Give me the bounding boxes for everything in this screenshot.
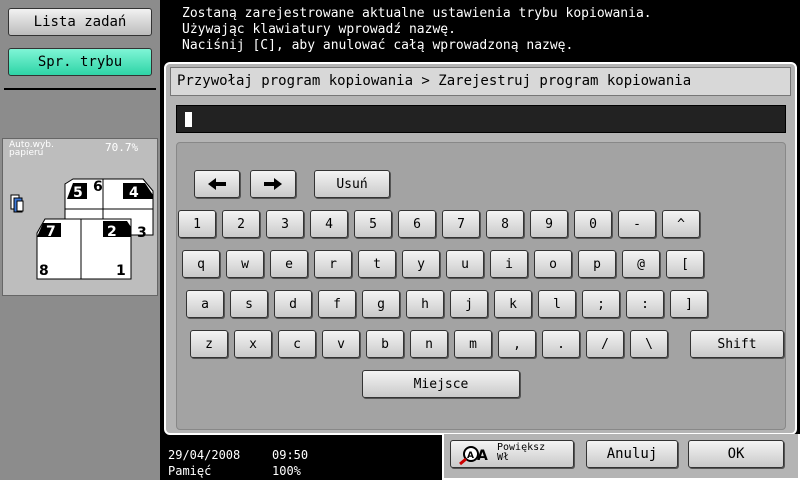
name-input-field[interactable] (176, 105, 786, 133)
enlarge-state: Wł (497, 452, 510, 463)
key-row4-9[interactable]: / (586, 330, 624, 358)
key-row3-10[interactable]: : (626, 290, 664, 318)
key-row3-6[interactable]: j (450, 290, 488, 318)
status-footer: 29/04/2008 09:50 Pamięć 100% (160, 436, 442, 480)
key-row1-7[interactable]: 8 (486, 210, 524, 238)
text-cursor (185, 112, 192, 127)
svg-text:A: A (467, 451, 474, 461)
instruction-message: Zostaną zarejestrowane aktualne ustawien… (182, 6, 792, 54)
message-line-1: Zostaną zarejestrowane aktualne ustawien… (182, 6, 652, 21)
key-row2-7[interactable]: i (490, 250, 528, 278)
key-row2-5[interactable]: y (402, 250, 440, 278)
key-row3-7[interactable]: k (494, 290, 532, 318)
key-row4-10[interactable]: \ (630, 330, 668, 358)
magnify-icon: A A (457, 445, 493, 469)
key-row2-3[interactable]: r (314, 250, 352, 278)
key-row1-9[interactable]: 0 (574, 210, 612, 238)
arrow-left-icon (208, 178, 226, 190)
key-row1-6[interactable]: 7 (442, 210, 480, 238)
enlarge-display-button[interactable]: A A Powiększ Wł (450, 440, 574, 468)
key-row3-1[interactable]: s (230, 290, 268, 318)
page-number-7: 7 (46, 224, 56, 240)
key-row4-3[interactable]: v (322, 330, 360, 358)
key-row2-11[interactable]: [ (666, 250, 704, 278)
key-row1-2[interactable]: 3 (266, 210, 304, 238)
key-row1-1[interactable]: 2 (222, 210, 260, 238)
key-row4-6[interactable]: m (454, 330, 492, 358)
breadcrumb: Przywołaj program kopiowania > Zarejestr… (170, 67, 791, 96)
key-row4-4[interactable]: b (366, 330, 404, 358)
page-number-6: 6 (93, 179, 103, 195)
key-row3-4[interactable]: g (362, 290, 400, 318)
sidebar: Lista zadań Spr. trybu Auto.wyb. papieru… (0, 0, 160, 480)
svg-text:A: A (477, 448, 488, 464)
date-text: 29/04/2008 (168, 448, 241, 462)
message-line-3: Naciśnij [C], aby anulować całą wprowadz… (182, 38, 574, 53)
key-row1-3[interactable]: 4 (310, 210, 348, 238)
key-row3-11[interactable]: ] (670, 290, 708, 318)
key-row3-9[interactable]: ; (582, 290, 620, 318)
space-key[interactable]: Miejsce (362, 370, 520, 398)
key-row2-1[interactable]: w (226, 250, 264, 278)
sidebar-lower (0, 296, 160, 436)
key-row3-0[interactable]: a (186, 290, 224, 318)
time-text: 09:50 (272, 448, 309, 462)
key-row1-8[interactable]: 9 (530, 210, 568, 238)
shift-key[interactable]: Shift (690, 330, 784, 358)
key-row4-5[interactable]: n (410, 330, 448, 358)
key-row2-6[interactable]: u (446, 250, 484, 278)
page-number-1: 1 (116, 263, 126, 279)
key-row2-0[interactable]: q (182, 250, 220, 278)
job-list-button[interactable]: Lista zadań (8, 8, 152, 36)
key-row4-7[interactable]: , (498, 330, 536, 358)
key-row2-4[interactable]: t (358, 250, 396, 278)
page-number-2: 2 (107, 224, 117, 240)
key-row3-3[interactable]: f (318, 290, 356, 318)
key-row4-0[interactable]: z (190, 330, 228, 358)
key-row1-0[interactable]: 1 (178, 210, 216, 238)
cursor-left-key[interactable] (194, 170, 240, 198)
delete-key[interactable]: Usuń (314, 170, 390, 198)
page-number-3: 3 (137, 225, 147, 241)
cursor-right-key[interactable] (250, 170, 296, 198)
message-line-2: Używając klawiatury wprowadź nazwę. (182, 22, 456, 37)
key-row2-10[interactable]: @ (622, 250, 660, 278)
page-number-8: 8 (39, 263, 49, 279)
register-program-panel: Przywołaj program kopiowania > Zarejestr… (164, 62, 797, 435)
page-number-4: 4 (129, 185, 139, 201)
copy-settings-preview: Auto.wyb. papieru 70.7% 5 6 4 7 2 3 8 1 (2, 138, 158, 296)
key-row2-8[interactable]: o (534, 250, 572, 278)
ok-button[interactable]: OK (688, 440, 784, 468)
key-row1-10[interactable]: - (618, 210, 656, 238)
key-row2-2[interactable]: e (270, 250, 308, 278)
paper-tray-icon (10, 194, 24, 213)
page-number-5: 5 (73, 185, 83, 201)
arrow-right-icon (264, 178, 282, 190)
key-row4-8[interactable]: . (542, 330, 580, 358)
cancel-button[interactable]: Anuluj (586, 440, 678, 468)
check-mode-button[interactable]: Spr. trybu (8, 48, 152, 76)
memory-label: Pamięć (168, 464, 212, 478)
page-layout-diagram: 5 6 4 7 2 3 8 1 (10, 178, 154, 280)
on-screen-keyboard: Usuń 1 2 3 4 5 6 7 8 9 0- ^ q w e r t y u i o p @[ a s d f g h j k l;:]… (176, 142, 786, 430)
key-row3-5[interactable]: h (406, 290, 444, 318)
key-row3-8[interactable]: l (538, 290, 576, 318)
key-row3-2[interactable]: d (274, 290, 312, 318)
key-row4-1[interactable]: x (234, 330, 272, 358)
key-row1-11[interactable]: ^ (662, 210, 700, 238)
memory-value: 100% (272, 464, 301, 478)
sidebar-divider (4, 88, 156, 90)
key-row1-5[interactable]: 6 (398, 210, 436, 238)
key-row1-4[interactable]: 5 (354, 210, 392, 238)
key-row4-2[interactable]: c (278, 330, 316, 358)
key-row2-9[interactable]: p (578, 250, 616, 278)
